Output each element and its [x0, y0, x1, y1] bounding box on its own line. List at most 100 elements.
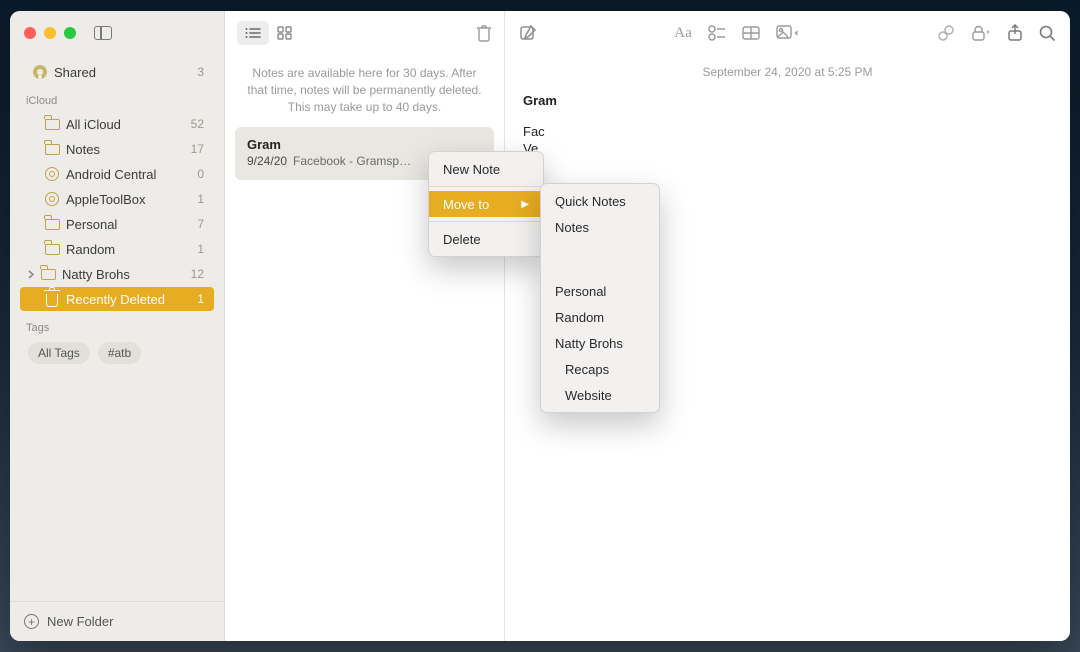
menu-item-label: Delete	[443, 232, 481, 247]
deletion-notice: Notes are available here for 30 days. Af…	[225, 55, 504, 127]
share-icon	[1007, 24, 1023, 42]
sidebar-item-label: Personal	[66, 217, 197, 232]
sidebar-item-label: Natty Brohs	[62, 267, 191, 282]
checklist-icon	[708, 25, 726, 41]
menu-item-label: Notes	[555, 220, 589, 235]
fullscreen-window-button[interactable]	[64, 27, 76, 39]
plus-circle-icon: +	[24, 614, 39, 629]
window-titlebar	[10, 11, 224, 55]
trash-icon	[42, 292, 62, 307]
sidebar-item-label: Recently Deleted	[66, 292, 197, 307]
folder-icon	[42, 219, 62, 230]
sidebar-item-shared[interactable]: Shared 3	[20, 60, 214, 84]
format-button[interactable]: Aa	[674, 25, 692, 42]
delete-note-button[interactable]	[476, 24, 492, 42]
link-button[interactable]	[937, 24, 955, 42]
note-preview: Facebook - Gramsp…	[293, 154, 411, 168]
trash-icon	[476, 24, 492, 42]
avatar-icon	[30, 65, 50, 79]
tag-atb[interactable]: #atb	[98, 342, 141, 364]
menu-item-new-note[interactable]: New Note	[429, 156, 543, 182]
folder-icon	[42, 244, 62, 255]
lock-button[interactable]	[971, 24, 991, 42]
menu-item-move-to[interactable]: Move to ▶	[429, 191, 543, 217]
lock-icon	[971, 24, 991, 42]
editor-toolbar: Aa	[505, 11, 1070, 55]
sidebar-tags-header: Tags	[16, 312, 218, 338]
sidebar-item-android-central[interactable]: Android Central 0	[20, 162, 214, 186]
sidebar-item-count: 1	[197, 292, 204, 306]
submenu-item-website[interactable]: Website	[541, 382, 659, 408]
media-button[interactable]	[776, 25, 800, 42]
grid-icon	[277, 26, 293, 40]
compose-button[interactable]	[519, 24, 537, 42]
search-icon	[1039, 25, 1056, 42]
notes-list-toolbar	[225, 11, 504, 55]
menu-item-label: Recaps	[565, 362, 609, 377]
sidebar-item-appletoolbox[interactable]: AppleToolBox 1	[20, 187, 214, 211]
tag-all-tags[interactable]: All Tags	[28, 342, 90, 364]
folder-icon	[38, 269, 58, 280]
menu-item-label: New Note	[443, 162, 500, 177]
sidebar-item-notes[interactable]: Notes 17	[20, 137, 214, 161]
view-mode-segment	[237, 21, 301, 45]
app-window: Shared 3 iCloud All iCloud 52 Notes 17 A…	[10, 11, 1070, 641]
list-view-button[interactable]	[237, 21, 269, 45]
menu-item-label: Natty Brohs	[555, 336, 623, 351]
sidebar-item-count: 1	[197, 192, 204, 206]
sidebar-item-all-icloud[interactable]: All iCloud 52	[20, 112, 214, 136]
sidebar-item-recently-deleted[interactable]: Recently Deleted 1	[20, 287, 214, 311]
submenu-item-personal[interactable]: Personal	[541, 278, 659, 304]
sidebar-item-count: 0	[197, 167, 204, 181]
sidebar-toggle-icon[interactable]	[94, 26, 112, 40]
menu-item-label: Move to	[443, 197, 489, 212]
notes-list-column: Notes are available here for 30 days. Af…	[225, 11, 505, 641]
tags-container: All Tags #atb	[16, 338, 218, 368]
menu-item-label: Quick Notes	[555, 194, 626, 209]
compose-icon	[519, 24, 537, 42]
menu-item-delete[interactable]: Delete	[429, 226, 543, 252]
smart-folder-icon	[42, 167, 62, 181]
sidebar-footer: + New Folder	[10, 601, 224, 641]
menu-gap	[541, 240, 659, 278]
minimize-window-button[interactable]	[44, 27, 56, 39]
sidebar-item-count: 17	[191, 142, 204, 156]
menu-separator	[429, 186, 543, 187]
sidebar-item-label: Android Central	[66, 167, 197, 182]
submenu-item-recaps[interactable]: Recaps	[541, 356, 659, 382]
smart-folder-icon	[42, 192, 62, 206]
grid-view-button[interactable]	[269, 21, 301, 45]
sidebar-item-personal[interactable]: Personal 7	[20, 212, 214, 236]
sidebar-item-natty-brohs[interactable]: Natty Brohs 12	[20, 262, 214, 286]
media-icon	[776, 25, 800, 41]
checklist-button[interactable]	[708, 25, 726, 42]
sidebar-item-label: Random	[66, 242, 197, 257]
sidebar-item-random[interactable]: Random 1	[20, 237, 214, 261]
link-icon	[937, 24, 955, 42]
format-icon: Aa	[674, 25, 692, 42]
share-button[interactable]	[1007, 24, 1023, 42]
submenu-item-random[interactable]: Random	[541, 304, 659, 330]
sidebar-item-count: 7	[197, 217, 204, 231]
table-button[interactable]	[742, 25, 760, 42]
search-button[interactable]	[1039, 24, 1056, 42]
sidebar-item-count: 52	[191, 117, 204, 131]
submenu-item-notes[interactable]: Notes	[541, 214, 659, 240]
chevron-right-icon: ▶	[497, 199, 529, 210]
folder-icon	[42, 144, 62, 155]
chevron-right-icon[interactable]	[26, 270, 36, 279]
submenu-item-quick-notes[interactable]: Quick Notes	[541, 188, 659, 214]
sidebar: Shared 3 iCloud All iCloud 52 Notes 17 A…	[10, 11, 225, 641]
list-icon	[245, 27, 261, 39]
note-body-line: Ve	[523, 141, 1052, 156]
context-menu: New Note Move to ▶ Delete	[428, 151, 544, 257]
sidebar-section-header: iCloud	[16, 85, 218, 111]
menu-item-label: Website	[565, 388, 612, 403]
close-window-button[interactable]	[24, 27, 36, 39]
menu-separator	[429, 221, 543, 222]
window-controls	[24, 27, 76, 39]
folder-icon	[42, 119, 62, 130]
submenu-item-natty-brohs[interactable]: Natty Brohs	[541, 330, 659, 356]
new-folder-button[interactable]: New Folder	[47, 614, 113, 629]
menu-item-label: Random	[555, 310, 604, 325]
